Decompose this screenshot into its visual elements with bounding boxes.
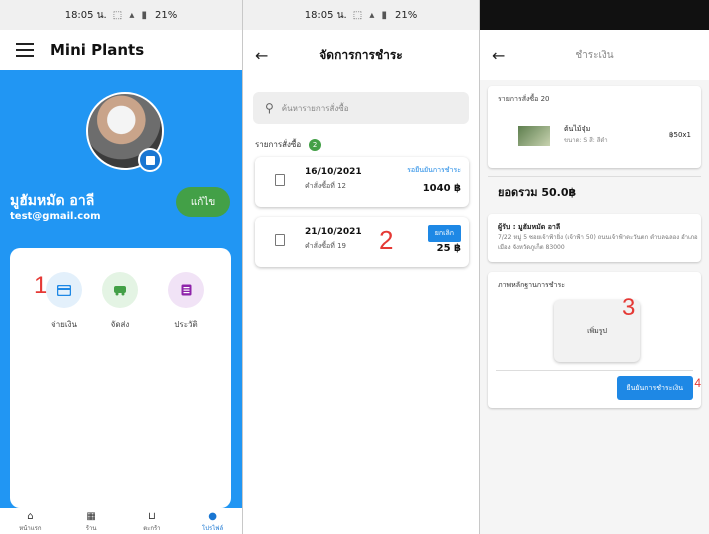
annotation-number: 3 — [622, 294, 636, 321]
orders-header: รายการสั่งซื้อ 2 — [255, 138, 469, 151]
user-name: มูฮัมหมัด อาลี — [10, 193, 95, 209]
page-title: จัดการการชำระ — [319, 47, 403, 62]
basket-icon: ⊔ — [147, 511, 156, 522]
search-input[interactable]: ⚲ ค้นหารายการสั่งซื้อ — [253, 92, 469, 124]
app-title: Mini Plants — [50, 41, 145, 59]
order-status: รอยืนยันการชำระ — [407, 166, 461, 174]
nav-label: หน้าแรก — [19, 525, 42, 532]
history-icon — [168, 272, 204, 308]
search-icon: ⚲ — [265, 101, 274, 115]
menu-card: 1 จ่ายเงิน จัดส่ง ประวัติ — [10, 248, 231, 508]
payment-proof-card: ภาพหลักฐานการชำระ เพิ่มรูป 3 ยืนยันการชำ… — [488, 272, 701, 408]
order-price: 1040 ฿ — [422, 183, 461, 194]
product-detail: ขนาด: S สี: สีดำ — [564, 137, 608, 144]
confirm-payment-button[interactable]: ยืนยันการชำระเงิน — [616, 376, 693, 400]
status-bar: 18:05 น. ⬚ ▴ ▮ 21% — [243, 0, 479, 30]
nav-basket[interactable]: ⊔ ตะกร้า — [122, 508, 183, 534]
home-icon: ⌂ — [27, 511, 34, 522]
menu-item-history[interactable]: ประวัติ — [156, 272, 216, 331]
battery-level: 21% — [155, 9, 178, 21]
order-card[interactable]: 21/10/2021 คำสั่งซื้อที่ 19 2 ยกเลิก 25 … — [255, 217, 469, 267]
app-bar: ← จัดการการชำระ — [243, 30, 479, 80]
document-icon — [275, 234, 285, 246]
search-placeholder: ค้นหารายการสั่งซื้อ — [281, 103, 349, 113]
total-amount: ยอดรวม 50.0฿ — [488, 176, 701, 206]
product-name: ต้นไม้จุ๋ม — [564, 125, 591, 133]
status-icons: ⬚ ▴ ▮ — [112, 9, 150, 21]
order-label: รายการสั่งซื้อ 20 — [498, 95, 550, 103]
count-badge: 2 — [309, 138, 322, 151]
nav-profile[interactable]: ● โปรไฟล์ — [182, 508, 242, 534]
annotation-number: 2 — [379, 225, 394, 255]
bottom-nav: ⌂ หน้าแรก ▦ ร้าน ⊔ ตะกร้า ● โปรไฟล์ — [0, 508, 242, 534]
order-summary-card: รายการสั่งซื้อ 20 ต้นไม้จุ๋ม ขนาด: S สี:… — [488, 86, 701, 168]
edit-profile-button[interactable]: แก้ไข — [176, 187, 230, 217]
app-bar: ← ชำระเงิน — [480, 30, 709, 80]
app-bar: Mini Plants — [0, 30, 242, 70]
address-card: ผู้รับ : มูฮัมหมัด อาลี 7/22 หมู่ 5 ซอยเ… — [488, 214, 701, 262]
nav-label: ตะกร้า — [143, 525, 161, 532]
hamburger-menu-icon[interactable] — [16, 43, 34, 57]
truck-icon — [102, 272, 138, 308]
document-icon — [275, 174, 285, 186]
menu-item-label: ประวัติ — [174, 320, 198, 329]
profile-icon: ● — [208, 511, 217, 522]
recipient-address: 7/22 หมู่ 5 ซอยเจ้าฟ้ายิ่ง (เจ้าฟ้า 50) … — [498, 234, 698, 251]
recipient-name: ผู้รับ : มูฮัมหมัด อาลี — [498, 223, 561, 231]
annotation-number: 4 — [694, 376, 701, 390]
menu-item-label: จ่ายเงิน — [51, 320, 77, 329]
menu-item-payment[interactable]: จ่ายเงิน — [34, 272, 94, 331]
manage-payment-screen: 18:05 น. ⬚ ▴ ▮ 21% ← จัดการการชำระ ⚲ ค้น… — [243, 0, 480, 534]
nav-store[interactable]: ▦ ร้าน — [61, 508, 122, 534]
menu-item-shipping[interactable]: จัดส่ง — [90, 272, 150, 331]
status-bar: 18:05 น. ⬚ ▴ ▮ 21% — [0, 0, 242, 30]
camera-icon[interactable] — [138, 148, 162, 172]
order-date: 21/10/2021 — [305, 227, 362, 237]
status-icons: ⬚ ▴ ▮ — [352, 9, 390, 21]
nav-home[interactable]: ⌂ หน้าแรก — [0, 508, 61, 534]
proof-label: ภาพหลักฐานการชำระ — [498, 281, 566, 289]
battery-level: 21% — [395, 9, 418, 21]
order-number: คำสั่งซื้อที่ 19 — [305, 242, 347, 250]
status-time: 18:05 น. — [64, 9, 107, 21]
status-bar — [480, 0, 709, 30]
checkout-screen: ← ชำระเงิน รายการสั่งซื้อ 20 ต้นไม้จุ๋ม … — [480, 0, 709, 534]
nav-label: ร้าน — [85, 525, 97, 532]
nav-label: โปรไฟล์ — [202, 525, 224, 532]
order-number: คำสั่งซื้อที่ 12 — [305, 182, 347, 190]
order-card[interactable]: 16/10/2021 คำสั่งซื้อที่ 12 รอยืนยันการช… — [255, 157, 469, 207]
store-icon: ▦ — [86, 511, 96, 522]
page-title: ชำระเงิน — [575, 49, 614, 61]
product-image — [518, 126, 550, 146]
profile-screen: 18:05 น. ⬚ ▴ ▮ 21% Mini Plants มูฮัมหมัด… — [0, 0, 243, 534]
user-email: test@gmail.com — [10, 211, 101, 222]
menu-item-label: จัดส่ง — [110, 320, 130, 329]
status-time: 18:05 น. — [304, 9, 347, 21]
payment-card-icon — [46, 272, 82, 308]
orders-label: รายการสั่งซื้อ — [255, 140, 302, 149]
order-price: 25 ฿ — [436, 243, 461, 254]
divider — [496, 370, 693, 371]
product-price: ฿50x1 — [669, 131, 691, 139]
cancel-badge[interactable]: ยกเลิก — [427, 225, 461, 242]
order-date: 16/10/2021 — [305, 167, 362, 177]
